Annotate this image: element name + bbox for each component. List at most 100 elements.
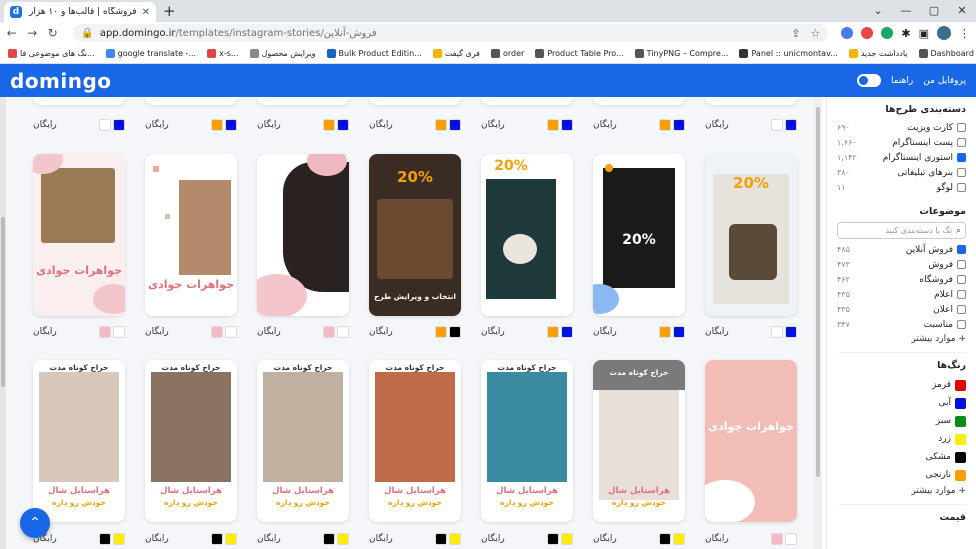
profile-link[interactable]: پروفایل من — [923, 76, 966, 86]
toggle-theme-switch[interactable] — [857, 74, 882, 87]
template-card[interactable]: جواهرات جوادی — [33, 154, 125, 316]
close-tab-icon[interactable]: ✕ — [142, 7, 150, 18]
checkbox[interactable] — [957, 153, 966, 162]
designcats-item[interactable]: پست اینستاگرام ۱,۶۶۰ — [837, 135, 966, 150]
template-card[interactable] — [481, 97, 573, 105]
template-card[interactable] — [593, 97, 685, 105]
template-card[interactable]: جواهرات جوادی — [705, 360, 797, 522]
back-icon[interactable]: ← — [6, 26, 17, 40]
translate-extension-icon[interactable] — [841, 27, 854, 39]
browser-tab[interactable]: d فروشگاه | قالب‌ها و ۱۰ هزار طرح آماده … — [4, 2, 156, 22]
topics-item[interactable]: مناسبت ۳۴۷ — [837, 317, 966, 332]
checkbox[interactable] — [957, 138, 966, 147]
scroll-top-button[interactable]: ⌃ — [20, 508, 50, 538]
grammarly-extension-icon[interactable] — [881, 27, 894, 39]
checkbox[interactable] — [957, 275, 966, 284]
filter-count: ۴۷۳ — [837, 260, 850, 269]
bookmark-item[interactable]: فری گیفت — [432, 49, 480, 58]
template-card[interactable]: 20% — [481, 154, 573, 316]
profile-avatar[interactable] — [936, 26, 951, 40]
color-filter-item[interactable]: قرمز — [837, 376, 966, 394]
topics-item[interactable]: فروش ۴۷۳ — [837, 257, 966, 272]
choose-edit-label[interactable]: انتخاب و ویرایش طرح — [369, 292, 461, 301]
topics-item[interactable]: فروشگاه ۴۶۲ — [837, 272, 966, 287]
extension-red-icon[interactable] — [861, 27, 874, 39]
bookmark-item[interactable]: ویرایش محصول — [249, 49, 316, 58]
bookmark-item[interactable]: یادداشت جدید — [848, 49, 908, 58]
checkbox[interactable] — [957, 305, 966, 314]
poster-subtitle: هراستایل شال — [160, 486, 222, 496]
domingo-logo[interactable]: domingo — [10, 69, 112, 93]
template-card[interactable]: حراج کوتاه مدت هراستایل شال خودش رو داره — [33, 360, 125, 522]
more-topics-link[interactable]: + موارد بیشتر — [837, 334, 966, 344]
checkbox[interactable] — [957, 245, 966, 254]
reload-icon[interactable]: ↻ — [47, 26, 58, 40]
close-icon[interactable]: ✕ — [948, 0, 976, 22]
template-card[interactable]: حراج کوتاه مدت هراستایل شال خودش رو داره — [369, 360, 461, 522]
checkbox[interactable] — [957, 123, 966, 132]
designcats-item[interactable]: لوگو ۱۱ — [837, 180, 966, 195]
bookmark-item[interactable]: x-s... — [207, 49, 239, 58]
left-scrollbar[interactable] — [0, 97, 6, 549]
checkbox[interactable] — [957, 320, 966, 329]
bookmark-item[interactable]: Panel :: unicmontav... — [739, 49, 838, 58]
bookmark-item[interactable]: TinyPNG – Compre... — [634, 49, 728, 58]
minimize-icon[interactable]: — — [892, 0, 920, 22]
bookmark-item[interactable]: google translate -... — [105, 49, 196, 58]
template-card[interactable] — [145, 97, 237, 105]
checkbox[interactable] — [957, 168, 966, 177]
color-filter-item[interactable]: زرد — [837, 430, 966, 448]
puzzle-icon[interactable]: ✱ — [901, 27, 910, 40]
more-colors-link[interactable]: + موارد بیشتر — [837, 486, 966, 496]
template-color-swatch — [785, 533, 797, 545]
checkbox[interactable] — [957, 290, 966, 299]
template-card[interactable]: حراج کوتاه مدت هراستایل شال خودش رو داره — [593, 360, 685, 522]
bookmark-item[interactable]: order — [491, 49, 524, 58]
maximize-icon[interactable]: ▢ — [920, 0, 948, 22]
template-card[interactable] — [369, 97, 461, 105]
template-color-swatch — [211, 119, 223, 131]
menu-dots-icon[interactable]: ⋮ — [959, 27, 970, 40]
chevron-down-icon[interactable]: ⌄ — [864, 0, 892, 22]
topics-item[interactable]: اعلان ۴۳۵ — [837, 302, 966, 317]
url-input[interactable]: 🔒 app.domingo.ir/templates/instagram-sto… — [73, 24, 829, 42]
designcats-item[interactable]: بنرهای تبلیغاتی ۳۸۰ — [837, 165, 966, 180]
bookmark-item[interactable]: Bulk Product Editin... — [326, 49, 422, 58]
forward-icon[interactable]: → — [26, 26, 37, 40]
main-scrollbar[interactable] — [814, 97, 822, 549]
domingo-favicon-icon: d — [10, 6, 22, 18]
template-color-swatch — [547, 119, 559, 131]
topics-item[interactable]: اعلام ۴۳۵ — [837, 287, 966, 302]
color-filter-item[interactable]: سبز — [837, 412, 966, 430]
template-card[interactable]: جواهرات جوادی — [145, 154, 237, 316]
bookmark-item[interactable]: نگ های موضوعی فا... — [8, 49, 95, 58]
template-card[interactable]: حراج کوتاه مدت هراستایل شال خودش رو داره — [145, 360, 237, 522]
template-card[interactable]: حراج کوتاه مدت هراستایل شال خودش رو داره — [481, 360, 573, 522]
topics-item[interactable]: فروش آنلاین ۴۸۵ — [837, 242, 966, 257]
bookmark-icon — [848, 49, 858, 58]
bookmark-item[interactable]: Product Table Pro... — [535, 49, 624, 58]
topic-search-input[interactable]: ⌕ تگ یا دسته‌بندی کنید — [837, 222, 966, 239]
template-card[interactable]: 20% — [705, 154, 797, 316]
checkbox[interactable] — [957, 183, 966, 192]
star-icon[interactable]: ☆ — [810, 27, 820, 40]
template-card[interactable] — [257, 154, 349, 316]
bookmark-item[interactable]: Dashboard ‹ gift –... — [918, 49, 976, 58]
template-card[interactable]: حراج کوتاه مدت هراستایل شال خودش رو داره — [257, 360, 349, 522]
template-card[interactable] — [257, 97, 349, 105]
template-card[interactable] — [705, 97, 797, 105]
template-card[interactable]: 20% انتخاب و ویرایش طرح — [369, 154, 461, 316]
sidepanel-icon[interactable]: ▣ — [919, 27, 929, 40]
template-card[interactable] — [33, 97, 125, 105]
color-filter-item[interactable]: مشکی — [837, 448, 966, 466]
color-filter-item[interactable]: آبی — [837, 394, 966, 412]
guide-link[interactable]: راهنما — [891, 76, 913, 86]
color-filter-item[interactable]: نارنجی — [837, 466, 966, 484]
designcats-item[interactable]: کارت ویزیت ۶۹۰ — [837, 120, 966, 135]
share-icon[interactable]: ⇪ — [791, 27, 800, 40]
template-meta: رایگان — [593, 532, 685, 546]
designcats-item[interactable]: استوری اینستاگرام ۱,۱۴۲ — [837, 150, 966, 165]
template-card[interactable]: 20% — [593, 154, 685, 316]
new-tab-button[interactable]: + — [163, 2, 176, 20]
checkbox[interactable] — [957, 260, 966, 269]
